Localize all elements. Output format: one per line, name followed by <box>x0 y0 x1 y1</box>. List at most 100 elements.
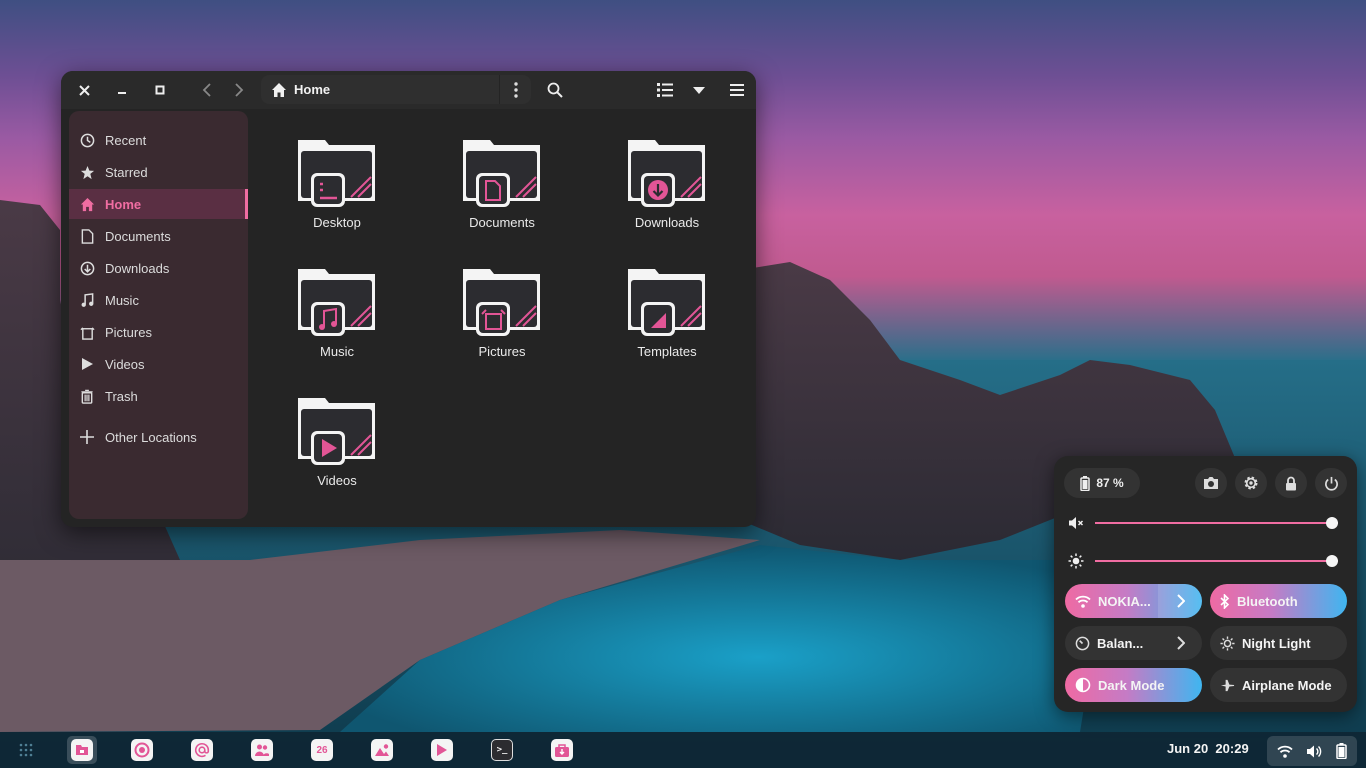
sidebar-item-label: Documents <box>105 228 171 244</box>
folder-label: Videos <box>317 473 357 488</box>
taskbar-app-software[interactable] <box>547 736 577 764</box>
sidebar-item-label: Trash <box>105 388 138 404</box>
clock[interactable]: Jun 20 20:29 <box>1167 741 1249 756</box>
folder-pictures[interactable]: Pictures <box>442 266 562 376</box>
star-icon <box>80 165 94 179</box>
hamburger-menu-icon <box>730 84 744 96</box>
folder-videos[interactable]: Videos <box>277 395 397 505</box>
bluetooth-label: Bluetooth <box>1237 593 1298 609</box>
lock-screen-button[interactable] <box>1275 468 1307 498</box>
taskbar-app-firefox[interactable] <box>127 736 157 764</box>
sidebar-item-videos[interactable]: Videos <box>69 349 248 379</box>
battery-percentage: 87 % <box>1096 476 1124 490</box>
bluetooth-icon <box>1220 593 1230 609</box>
plus-icon <box>80 430 94 444</box>
volume-slider[interactable] <box>1068 513 1348 533</box>
terminal-icon: >_ <box>491 739 513 761</box>
picture-icon <box>79 326 95 340</box>
power-mode-menu-arrow[interactable] <box>1158 626 1202 660</box>
calendar-day-number: 26 <box>316 744 328 756</box>
sidebar-item-documents[interactable]: Documents <box>69 221 248 251</box>
folder-templates[interactable]: Templates <box>607 266 727 376</box>
volume-muted-icon <box>1069 517 1084 529</box>
sidebar-item-home[interactable]: Home <box>69 189 248 219</box>
trash-icon <box>81 389 93 404</box>
app-grid-icon <box>19 743 33 757</box>
maximize-window-button[interactable] <box>149 80 171 100</box>
vertical-dots-icon <box>513 81 518 98</box>
firefox-icon <box>131 739 153 761</box>
gear-icon <box>1244 476 1258 490</box>
power-profile-icon <box>1075 636 1090 650</box>
videos-folder-icon <box>298 398 375 465</box>
folder-label: Music <box>320 344 354 359</box>
taskbar-app-mail[interactable] <box>187 736 217 764</box>
brightness-slider-track <box>1095 560 1338 562</box>
sidebar-item-label: Pictures <box>105 324 152 340</box>
wifi-icon <box>1277 745 1293 758</box>
header-bar: Home <box>61 71 756 109</box>
list-view-icon <box>657 83 673 97</box>
brightness-slider[interactable] <box>1068 551 1348 571</box>
folder-label: Templates <box>637 344 697 359</box>
taskbar-app-videos[interactable] <box>427 736 457 764</box>
chevron-right-icon <box>1176 594 1185 608</box>
brightness-slider-knob[interactable] <box>1326 555 1338 567</box>
taskbar-app-terminal[interactable]: >_ <box>487 736 517 764</box>
airplane-mode-toggle[interactable]: Airplane Mode <box>1210 668 1347 702</box>
search-button[interactable] <box>541 79 569 101</box>
dark-mode-label: Dark Mode <box>1098 677 1165 693</box>
time-label: 20:29 <box>1215 741 1249 756</box>
documents-folder-icon <box>463 140 540 207</box>
night-light-label: Night Light <box>1242 635 1311 651</box>
sidebar-item-pictures[interactable]: Pictures <box>69 317 248 347</box>
close-window-button[interactable] <box>73 80 95 100</box>
templates-folder-icon <box>628 269 705 336</box>
power-mode-toggle[interactable]: Balan... <box>1065 626 1202 660</box>
sidebar-item-label: Videos <box>105 356 145 372</box>
folder-desktop[interactable]: Desktop <box>277 137 397 247</box>
system-tray[interactable] <box>1267 736 1357 766</box>
screenshot-button[interactable] <box>1195 468 1227 498</box>
path-menu-button[interactable] <box>499 75 531 104</box>
sidebar-item-starred[interactable]: Starred <box>69 157 248 187</box>
sidebar-item-music[interactable]: Music <box>69 285 248 315</box>
app-grid-button[interactable] <box>14 736 38 764</box>
night-light-toggle[interactable]: Night Light <box>1210 626 1347 660</box>
view-options-button[interactable] <box>685 79 713 101</box>
music-folder-icon <box>298 269 375 336</box>
sidebar-item-label: Recent <box>105 132 147 148</box>
sidebar-item-trash[interactable]: Trash <box>69 381 248 411</box>
taskbar-app-photos[interactable] <box>367 736 397 764</box>
settings-button[interactable] <box>1235 468 1267 498</box>
list-view-button[interactable] <box>651 79 679 101</box>
folder-downloads[interactable]: Downloads <box>607 137 727 247</box>
music-icon <box>81 292 94 307</box>
sidebar-item-other-locations[interactable]: Other Locations <box>69 422 248 452</box>
battery-status[interactable]: 87 % <box>1064 468 1140 498</box>
sidebar-item-downloads[interactable]: Downloads <box>69 253 248 283</box>
taskbar-app-contacts[interactable] <box>247 736 277 764</box>
dark-mode-toggle[interactable]: Dark Mode <box>1065 668 1202 702</box>
folder-documents[interactable]: Documents <box>442 137 562 247</box>
bluetooth-toggle[interactable]: Bluetooth <box>1210 584 1347 618</box>
sidebar-item-recent[interactable]: Recent <box>69 125 248 155</box>
taskbar-app-calendar[interactable]: 26 <box>307 736 337 764</box>
taskbar-app-files[interactable] <box>67 736 97 764</box>
sidebar-item-label: Home <box>105 196 142 212</box>
file-manager-window: Home Recent Starred Home Documents Downl… <box>61 71 756 527</box>
back-button[interactable] <box>195 79 219 101</box>
wifi-toggle[interactable]: NOKIA... <box>1065 584 1202 618</box>
volume-slider-knob[interactable] <box>1326 517 1338 529</box>
power-button[interactable] <box>1315 468 1347 498</box>
folder-music[interactable]: Music <box>277 266 397 376</box>
main-menu-button[interactable] <box>723 79 751 101</box>
minimize-window-button[interactable] <box>111 80 133 100</box>
location-path-bar[interactable]: Home <box>261 75 531 104</box>
power-icon <box>1324 476 1338 491</box>
files-app-icon <box>71 739 93 761</box>
airplane-mode-label: Airplane Mode <box>1242 677 1332 693</box>
photos-icon <box>371 739 393 761</box>
wifi-menu-arrow[interactable] <box>1158 584 1202 618</box>
forward-button[interactable] <box>227 79 251 101</box>
